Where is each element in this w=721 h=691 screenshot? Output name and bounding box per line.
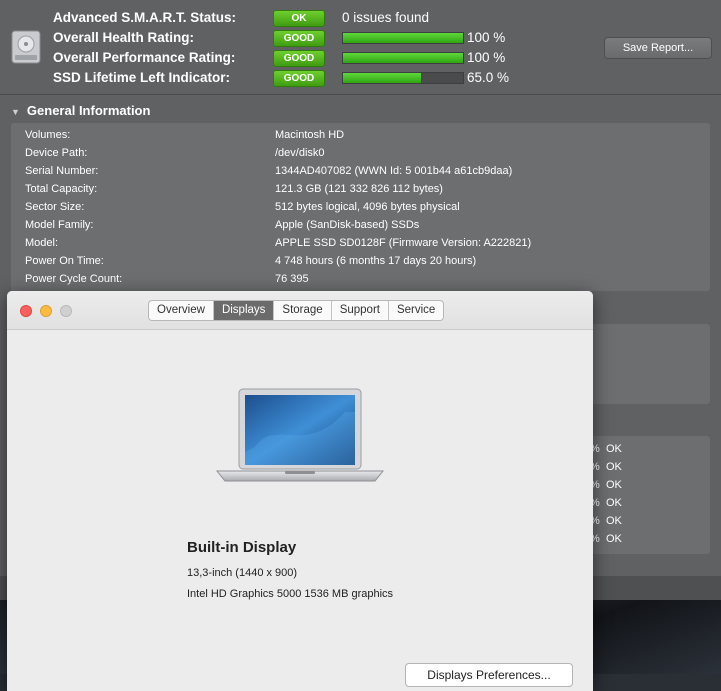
smart-status-label: Advanced S.M.A.R.T. Status: [53,10,237,25]
smart-status-badge: OK [273,10,325,27]
info-value: APPLE SSD SD0128F (Firmware Version: A22… [275,237,532,249]
attribute-ok: OK [606,497,622,509]
display-title: Built-in Display [187,539,297,556]
info-value: Apple (SanDisk-based) SSDs [275,219,420,231]
attribute-status-row: % OK [590,479,710,497]
info-key: Power Cycle Count: [25,273,123,285]
ssd-lifetime-label: SSD Lifetime Left Indicator: [53,70,231,85]
issues-found-text: 0 issues found [342,10,430,25]
info-value: /dev/disk0 [275,147,325,159]
info-row-model: Model: APPLE SSD SD0128F (Firmware Versio… [25,237,705,255]
performance-rating-percent: 100 % [467,50,506,65]
tab-displays[interactable]: Displays [213,301,275,320]
info-key: Device Path: [25,147,88,159]
info-value: Macintosh HD [275,129,345,141]
info-key: Model Family: [25,219,94,231]
info-value: 1344AD407082 (WWN Id: 5 001b44 a61cb9daa… [275,165,513,177]
hard-drive-icon [11,30,41,64]
attribute-ok: OK [606,443,622,455]
info-value: 4 748 hours (6 months 17 days 20 hours) [275,255,477,267]
zoom-button[interactable] [60,305,72,317]
attribute-status-row: % OK [590,497,710,515]
about-this-mac-window: Overview Displays Storage Support Servic… [7,291,593,691]
performance-rating-badge: GOOD [273,50,325,67]
info-row-sector-size: Sector Size: 512 bytes logical, 4096 byte… [25,201,705,219]
ssd-lifetime-bar [342,72,464,84]
attribute-ok: OK [606,515,622,527]
info-value: 121.3 GB (121 332 826 112 bytes) [275,183,443,195]
ssd-lifetime-percent: 65.0 % [467,70,510,85]
ssd-lifetime-badge: GOOD [273,70,325,87]
macbook-air-image [215,388,385,482]
info-key: Total Capacity: [25,183,98,195]
info-key: Model: [25,237,59,249]
info-key: Power On Time: [25,255,104,267]
tab-storage[interactable]: Storage [274,301,332,320]
info-row-model-family: Model Family: Apple (SanDisk-based) SSDs [25,219,705,237]
health-rating-bar [342,32,464,44]
tab-support[interactable]: Support [332,301,389,320]
info-row-volumes: Volumes: Macintosh HD [25,129,705,147]
title-bar[interactable]: Overview Displays Storage Support Servic… [7,291,593,330]
tab-bar: Overview Displays Storage Support Servic… [148,300,445,321]
general-info-header[interactable]: ▼ General Information [11,103,150,118]
display-size: 13,3-inch (1440 x 900) [187,567,298,579]
graphics-info: Intel HD Graphics 5000 1536 MB graphics [187,588,394,600]
attribute-ok: OK [606,479,622,491]
divider [0,94,721,95]
health-rating-badge: GOOD [273,30,325,47]
attribute-status-row: % OK [590,533,710,551]
info-row-device-path: Device Path: /dev/disk0 [25,147,705,165]
health-rating-label: Overall Health Rating: [53,30,195,45]
minimize-button[interactable] [40,305,52,317]
performance-rating-label: Overall Performance Rating: [53,50,236,65]
info-key: Sector Size: [25,201,85,213]
health-rating-bar-fill [343,33,463,43]
disclosure-triangle-icon[interactable]: ▼ [11,107,20,117]
tab-service[interactable]: Service [389,301,443,320]
attribute-status-row: % OK [590,443,710,461]
attribute-status-row: % OK [590,461,710,479]
performance-rating-bar-fill [343,53,463,63]
displays-preferences-button[interactable]: Displays Preferences... [405,663,573,687]
close-button[interactable] [20,305,32,317]
info-row-power-on-time: Power On Time: 4 748 hours (6 months 17 d… [25,255,705,273]
attribute-ok: OK [606,461,622,473]
attribute-ok: OK [606,533,622,545]
general-info-title: General Information [26,103,151,118]
info-row-power-cycle-count: Power Cycle Count: 76 395 [25,273,705,291]
attribute-status-row: % OK [590,515,710,533]
info-value: 512 bytes logical, 4096 bytes physical [275,201,460,213]
info-value: 76 395 [275,273,309,285]
ssd-lifetime-bar-fill [343,73,421,83]
info-row-serial: Serial Number: 1344AD407082 (WWN Id: 5 00… [25,165,705,183]
performance-rating-bar [342,52,464,64]
tab-overview[interactable]: Overview [149,301,214,320]
info-key: Volumes: [25,129,71,141]
health-rating-percent: 100 % [467,30,506,45]
save-report-button[interactable]: Save Report... [604,37,712,59]
secondary-panel [590,324,710,404]
info-key: Serial Number: [25,165,99,177]
info-row-capacity: Total Capacity: 121.3 GB (121 332 826 112… [25,183,705,201]
